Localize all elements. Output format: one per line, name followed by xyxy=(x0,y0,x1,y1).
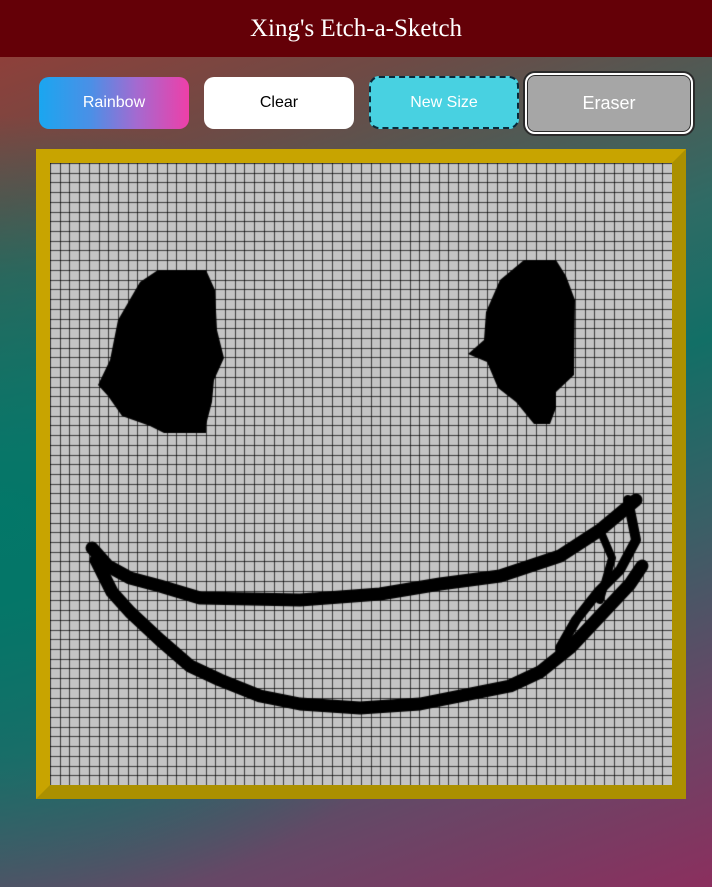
clear-button[interactable]: Clear xyxy=(204,77,354,129)
eraser-button[interactable]: Eraser xyxy=(525,73,693,134)
app-title: Xing's Etch-a-Sketch xyxy=(249,14,463,42)
app-header: Xing's Etch-a-Sketch xyxy=(0,0,712,57)
new-size-button[interactable]: New Size xyxy=(369,76,519,129)
drawing-grid[interactable] xyxy=(50,163,672,785)
rainbow-button[interactable]: Rainbow xyxy=(39,77,189,129)
